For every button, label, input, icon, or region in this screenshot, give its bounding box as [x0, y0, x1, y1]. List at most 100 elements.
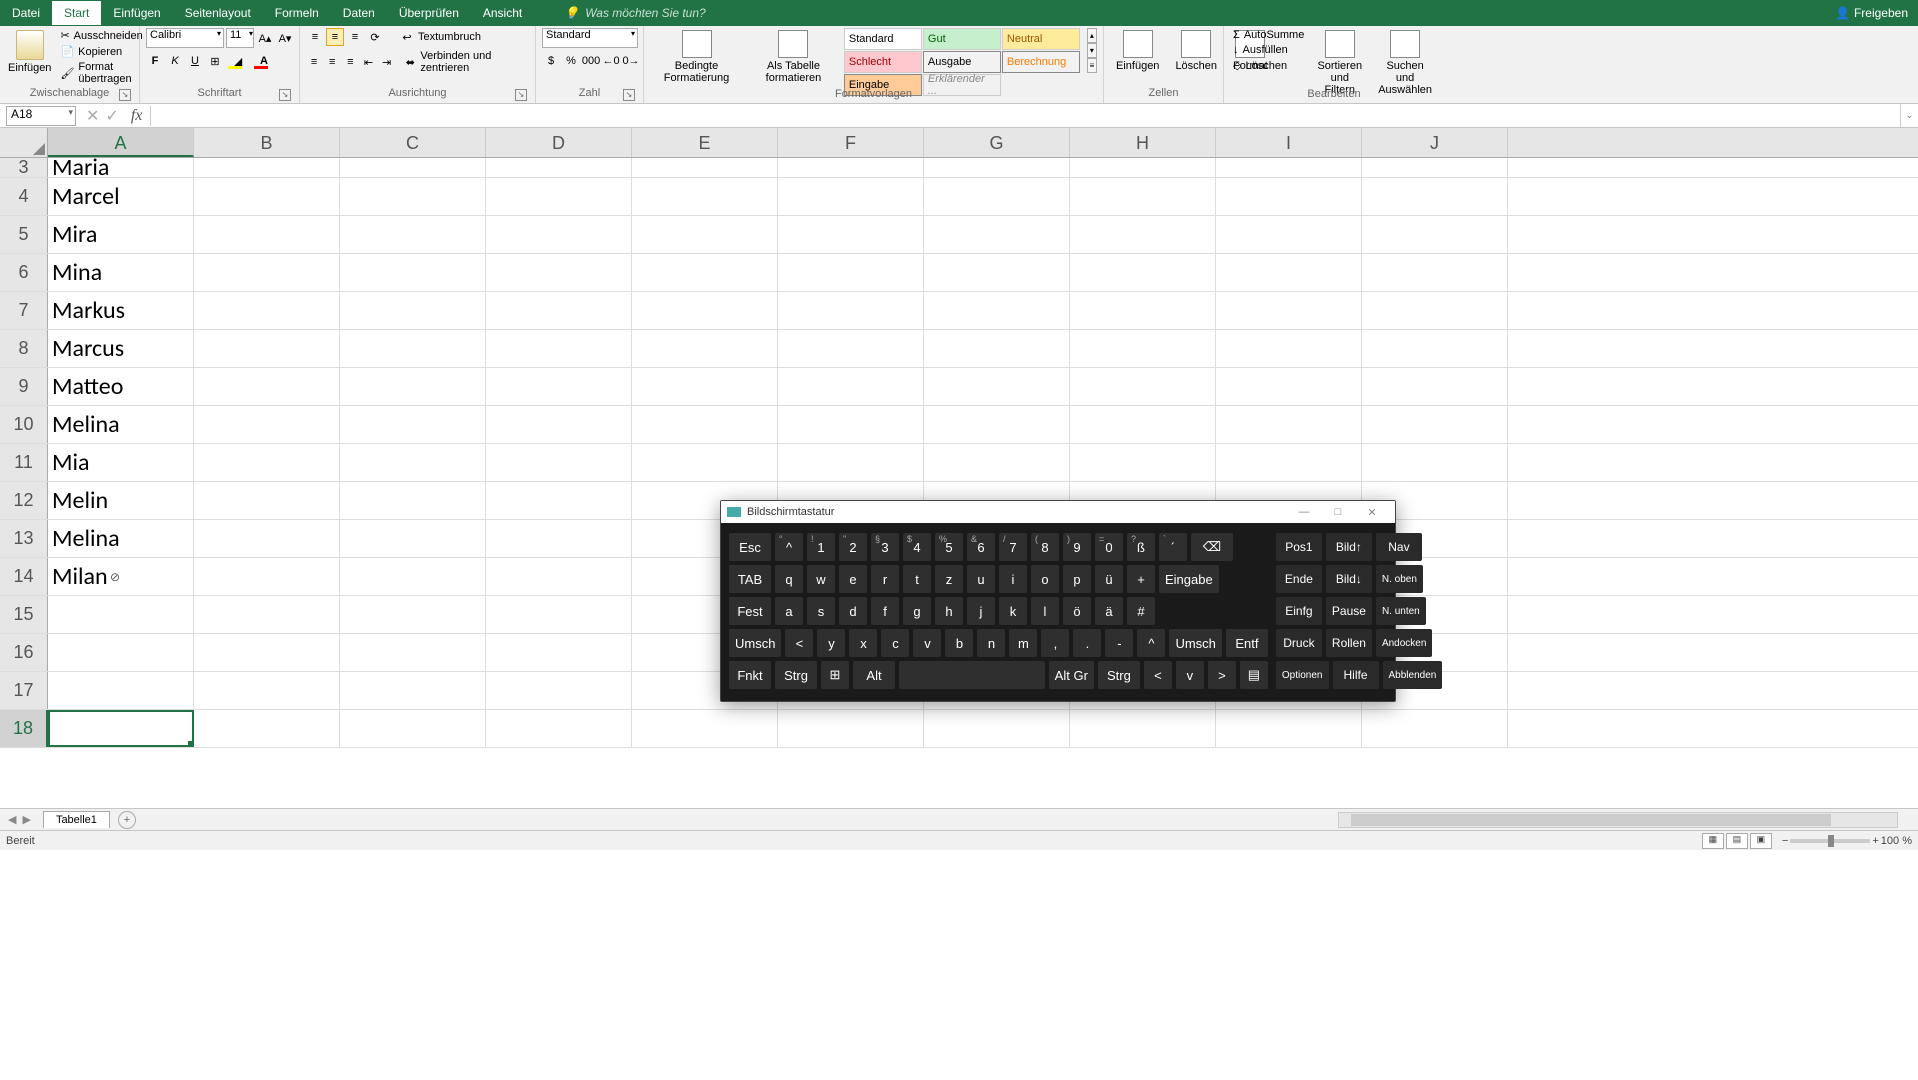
row-header[interactable]: 4 — [0, 178, 48, 215]
row-header[interactable]: 13 — [0, 520, 48, 557]
osk-key[interactable]: 6& — [967, 533, 995, 561]
cell[interactable] — [632, 710, 778, 747]
cell[interactable] — [194, 368, 340, 405]
cell[interactable] — [194, 558, 340, 595]
cell[interactable] — [486, 672, 632, 709]
osk-key[interactable]: > — [1208, 661, 1236, 689]
style-schlecht[interactable]: Schlecht — [844, 51, 922, 73]
cell[interactable]: Milan — [48, 558, 194, 595]
row-header[interactable]: 15 — [0, 596, 48, 633]
worksheet-grid[interactable]: ABCDEFGHIJ 3Maria4Marcel5Mira6Mina7Marku… — [0, 128, 1918, 808]
cell[interactable]: Melin — [48, 482, 194, 519]
tab-file[interactable]: Datei — [0, 1, 52, 25]
cell[interactable] — [340, 482, 486, 519]
cell[interactable] — [778, 216, 924, 253]
osk-key[interactable]: 7/ — [999, 533, 1027, 561]
insert-cells-button[interactable]: Einfügen — [1110, 28, 1165, 74]
osk-key[interactable] — [899, 661, 1045, 689]
dialog-launcher-icon[interactable]: ↘ — [623, 89, 635, 101]
osk-key[interactable]: Alt Gr — [1049, 661, 1094, 689]
osk-key[interactable]: Umsch — [729, 629, 781, 657]
row-header[interactable]: 11 — [0, 444, 48, 481]
cell[interactable] — [632, 158, 778, 177]
cell[interactable] — [48, 634, 194, 671]
cell[interactable] — [632, 444, 778, 481]
osk-key[interactable]: e — [839, 565, 867, 593]
style-berechnung[interactable]: Berechnung — [1002, 51, 1080, 73]
cell[interactable] — [1362, 330, 1508, 367]
cell[interactable] — [194, 482, 340, 519]
row-header[interactable]: 7 — [0, 292, 48, 329]
cell[interactable]: Marcus — [48, 330, 194, 367]
cell[interactable] — [924, 178, 1070, 215]
cell[interactable] — [194, 520, 340, 557]
cell[interactable] — [486, 558, 632, 595]
horizontal-scrollbar[interactable] — [1338, 812, 1898, 828]
cell[interactable]: Matteo — [48, 368, 194, 405]
cell[interactable] — [924, 330, 1070, 367]
copy-button[interactable]: 📄Kopieren — [57, 44, 145, 59]
osk-key[interactable]: u — [967, 565, 995, 593]
normal-view-button[interactable]: ▦ — [1702, 833, 1724, 849]
formula-input[interactable] — [150, 106, 1900, 126]
osk-key[interactable]: 8( — [1031, 533, 1059, 561]
row-header[interactable]: 12 — [0, 482, 48, 519]
cell[interactable] — [1216, 178, 1362, 215]
osk-nav-key[interactable]: Einfg — [1276, 597, 1322, 625]
cell[interactable]: Marcel — [48, 178, 194, 215]
row-header[interactable]: 6 — [0, 254, 48, 291]
cell[interactable] — [1070, 292, 1216, 329]
format-painter-button[interactable]: 🖌Format übertragen — [57, 60, 145, 86]
cell[interactable] — [194, 710, 340, 747]
cell[interactable] — [632, 292, 778, 329]
conditional-formatting-button[interactable]: Bedingte Formatierung — [650, 28, 743, 86]
row-header[interactable]: 3 — [0, 158, 48, 177]
column-header[interactable]: A — [48, 128, 194, 157]
osk-key[interactable]: a — [775, 597, 803, 625]
column-header[interactable]: G — [924, 128, 1070, 157]
cell[interactable] — [778, 368, 924, 405]
cell[interactable] — [486, 368, 632, 405]
underline-button[interactable]: U — [186, 52, 204, 70]
column-header[interactable]: D — [486, 128, 632, 157]
tab-daten[interactable]: Daten — [331, 1, 387, 25]
cell[interactable] — [1070, 710, 1216, 747]
osk-key[interactable]: Fest — [729, 597, 771, 625]
osk-nav-key[interactable]: Abblenden — [1383, 661, 1443, 689]
cell[interactable] — [486, 520, 632, 557]
cell[interactable] — [1216, 330, 1362, 367]
cell[interactable] — [340, 292, 486, 329]
osk-key[interactable]: - — [1105, 629, 1133, 657]
cell[interactable] — [1216, 216, 1362, 253]
cell[interactable] — [1362, 444, 1508, 481]
cell[interactable] — [486, 254, 632, 291]
align-left-button[interactable]: ≡ — [306, 53, 322, 71]
osk-key[interactable]: d — [839, 597, 867, 625]
cell[interactable] — [194, 292, 340, 329]
osk-key[interactable]: 1! — [807, 533, 835, 561]
osk-key[interactable]: b — [945, 629, 973, 657]
cut-button[interactable]: ✂Ausschneiden — [57, 28, 145, 43]
row-header[interactable]: 5 — [0, 216, 48, 253]
cell[interactable] — [486, 330, 632, 367]
osk-key[interactable]: q — [775, 565, 803, 593]
increase-font-button[interactable]: A▴ — [256, 29, 274, 47]
tab-ueberpruefen[interactable]: Überprüfen — [387, 1, 471, 25]
zoom-out-button[interactable]: − — [1782, 835, 1788, 847]
decrease-indent-button[interactable]: ⇤ — [360, 53, 376, 71]
accounting-button[interactable]: $ — [542, 52, 560, 70]
cell[interactable] — [340, 596, 486, 633]
name-box[interactable]: A18 — [6, 106, 76, 126]
cell[interactable] — [1362, 254, 1508, 291]
cell[interactable] — [340, 330, 486, 367]
osk-key[interactable]: ´` — [1159, 533, 1187, 561]
cell[interactable] — [924, 444, 1070, 481]
merge-button[interactable]: ⬌ — [402, 53, 418, 71]
cell[interactable] — [778, 254, 924, 291]
clear-button[interactable]: ◇Löschen — [1230, 58, 1307, 73]
osk-nav-key[interactable]: Bild↑ — [1326, 533, 1372, 561]
row-header[interactable]: 10 — [0, 406, 48, 443]
cell[interactable] — [194, 406, 340, 443]
cancel-formula-icon[interactable]: ✕ — [86, 106, 99, 126]
osk-key[interactable]: ü — [1095, 565, 1123, 593]
